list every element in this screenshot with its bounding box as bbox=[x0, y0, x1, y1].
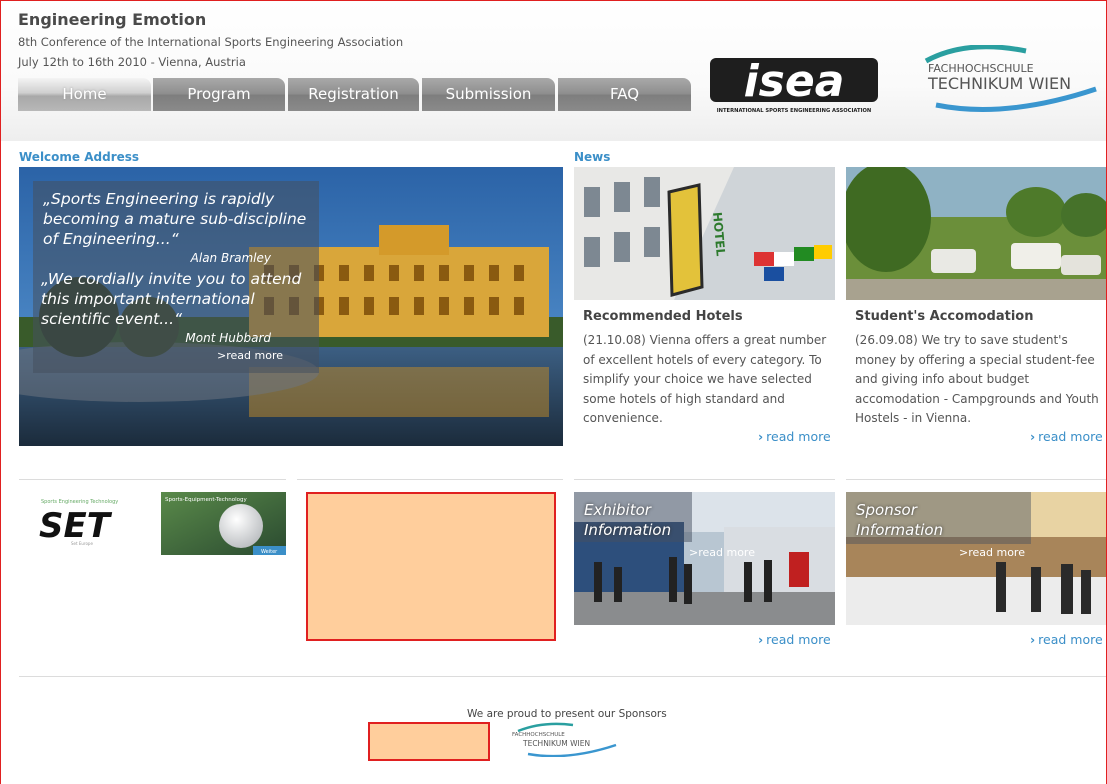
news-title-accommodation[interactable]: Student's Accomodation bbox=[855, 309, 1033, 324]
fh-logo-line2: TECHNIKUM WIEN bbox=[927, 74, 1071, 93]
divider bbox=[846, 479, 1106, 480]
weiter-button-label[interactable]: Weiter bbox=[261, 549, 278, 555]
sponsor-overlay-read-more[interactable]: >read more bbox=[959, 546, 1025, 559]
sponsor-title: Sponsor Information bbox=[856, 501, 944, 539]
quote-bramley: „Sports Engineering is rapidly becoming … bbox=[43, 190, 307, 248]
site-subtitle: 8th Conference of the International Spor… bbox=[18, 35, 404, 49]
isea-logo[interactable]: isea INTERNATIONAL SPORTS ENGINEERING AS… bbox=[710, 56, 880, 116]
quote-author-bramley: Alan Bramley bbox=[190, 251, 271, 265]
arrow-right-icon: › bbox=[758, 632, 764, 647]
news-body-hotels: (21.10.08) Vienna offers a great number … bbox=[583, 333, 827, 425]
site-title: Engineering Emotion bbox=[18, 10, 207, 29]
news-heading: News bbox=[574, 150, 611, 164]
conference-dates: July 12th to 16th 2010 - Vienna, Austria bbox=[18, 55, 246, 69]
tab-faq[interactable]: FAQ bbox=[558, 78, 691, 111]
accommodation-read-more-link[interactable]: › read more bbox=[1030, 429, 1103, 444]
exhibitor-information-card[interactable]: Exhibitor Information >read more bbox=[574, 492, 835, 625]
divider bbox=[574, 479, 835, 480]
welcome-quote-box: „Sports Engineering is rapidly becoming … bbox=[33, 181, 319, 373]
set-caption: Sports Engineering Technology bbox=[41, 499, 118, 505]
exhibitor-title: Exhibitor Information bbox=[584, 501, 672, 539]
footer-divider bbox=[19, 676, 1106, 677]
tab-submission[interactable]: Submission bbox=[422, 78, 555, 111]
header: Engineering Emotion 8th Conference of th… bbox=[1, 1, 1106, 141]
news-body-accommodation: (26.09.08) We try to save student's mone… bbox=[855, 333, 1099, 425]
campground-image[interactable] bbox=[846, 167, 1106, 300]
welcome-read-more-link[interactable]: >read more bbox=[217, 349, 283, 362]
redacted-ad-block bbox=[306, 492, 556, 641]
set-wordmark: SET bbox=[39, 506, 113, 546]
hotel-image[interactable]: HOTEL bbox=[574, 167, 835, 300]
set-footer: Set Europe bbox=[71, 541, 93, 546]
arrow-right-icon: › bbox=[1030, 632, 1036, 647]
divider bbox=[19, 479, 286, 480]
arrow-right-icon: › bbox=[1030, 429, 1036, 444]
tab-registration[interactable]: Registration bbox=[288, 78, 419, 111]
fh-technikum-sponsor-logo[interactable]: FACHHOCHSCHULE TECHNIKUM WIEN bbox=[508, 721, 620, 758]
hotels-read-more-link[interactable]: › read more bbox=[758, 429, 831, 444]
sponsor-read-more-link[interactable]: › read more bbox=[1030, 632, 1103, 647]
sponsor-fh-line2: TECHNIKUM WIEN bbox=[522, 739, 590, 748]
exhibitor-read-more-link[interactable]: › read more bbox=[758, 632, 831, 647]
sponsor-fh-line1: FACHHOCHSCHULE bbox=[512, 732, 565, 738]
quote-hubbard: „We cordially invite you to attend this … bbox=[41, 270, 302, 328]
welcome-banner-image[interactable]: „Sports Engineering is rapidly becoming … bbox=[19, 167, 563, 446]
redacted-sponsor-logo bbox=[368, 722, 490, 761]
isea-wordmark: isea bbox=[744, 56, 845, 107]
tab-program[interactable]: Program bbox=[153, 78, 285, 111]
sports-equipment-title: Sports-Equipment-Technology bbox=[165, 497, 248, 503]
news-title-hotels[interactable]: Recommended Hotels bbox=[583, 309, 743, 324]
quote-author-hubbard: Mont Hubbard bbox=[185, 331, 271, 345]
arrow-right-icon: › bbox=[758, 429, 764, 444]
sponsor-information-card[interactable]: Sponsor Information >read more bbox=[846, 492, 1106, 625]
set-logo[interactable]: Sports Engineering Technology SET Set Eu… bbox=[31, 493, 127, 551]
sponsors-intro-text: We are proud to present our Sponsors bbox=[467, 708, 667, 720]
isea-caption: INTERNATIONAL SPORTS ENGINEERING ASSOCIA… bbox=[717, 108, 872, 114]
fh-technikum-logo[interactable]: FACHHOCHSCHULE TECHNIKUM WIEN bbox=[896, 44, 1106, 113]
exhibitor-overlay-read-more[interactable]: >read more bbox=[689, 546, 755, 559]
sports-equipment-technology-banner[interactable]: Sports-Equipment-Technology Weiter bbox=[161, 492, 286, 555]
divider bbox=[297, 479, 563, 480]
welcome-heading: Welcome Address bbox=[19, 150, 140, 164]
page-frame: Engineering Emotion 8th Conference of th… bbox=[0, 0, 1107, 784]
tab-home[interactable]: Home bbox=[18, 78, 151, 111]
